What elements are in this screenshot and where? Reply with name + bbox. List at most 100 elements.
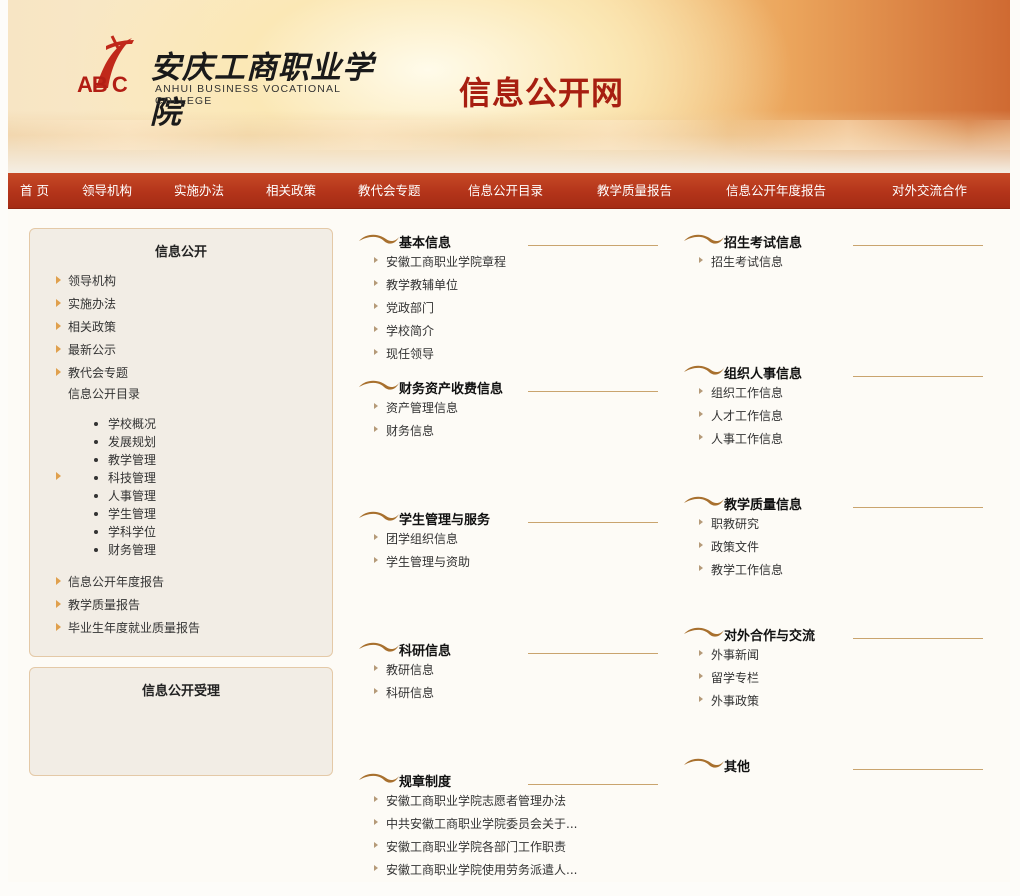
list-item[interactable]: 安徽工商职业学院章程 xyxy=(386,253,506,270)
list-item[interactable]: 人事工作信息 xyxy=(711,430,783,447)
item-arrow-icon xyxy=(374,257,378,263)
section-rule xyxy=(528,784,658,785)
arrow-icon xyxy=(56,276,61,284)
sidebar-item-employment-report[interactable]: 毕业生年度就业质量报告 xyxy=(68,619,200,636)
swash-icon xyxy=(359,511,399,521)
sidebar-item-latest-notices[interactable]: 最新公示 xyxy=(68,341,116,358)
nav-policies[interactable]: 相关政策 xyxy=(266,173,316,208)
list-item[interactable]: 科研信息 xyxy=(386,684,434,701)
list-item[interactable]: 教学工作信息 xyxy=(711,561,783,578)
item-arrow-icon xyxy=(699,565,703,571)
arrow-icon xyxy=(56,345,61,353)
sidebar-item-staff-congress[interactable]: 教代会专题 xyxy=(68,364,128,381)
site-title: 信息公开网 xyxy=(459,74,625,112)
catalog-item-tech[interactable]: 科技管理 xyxy=(108,469,156,486)
section-teaching-quality: 教学质量信息 职教研究 政策文件 教学工作信息 xyxy=(683,494,983,619)
arrow-icon xyxy=(56,577,61,585)
list-item[interactable]: 人才工作信息 xyxy=(711,407,783,424)
nav-annual-report[interactable]: 信息公开年度报告 xyxy=(726,173,826,208)
section-personnel: 组织人事信息 组织工作信息 人才工作信息 人事工作信息 xyxy=(683,363,983,488)
panel-title[interactable]: 信息公开受理 xyxy=(30,680,332,699)
nav-home[interactable]: 首 页 xyxy=(20,173,49,208)
item-arrow-icon xyxy=(374,349,378,355)
section-student-services: 学生管理与服务 团学组织信息 学生管理与资助 xyxy=(358,509,658,634)
section-external-cooperation: 对外合作与交流 外事新闻 留学专栏 外事政策 xyxy=(683,625,983,750)
list-item[interactable]: 中共安徽工商职业学院委员会关于... xyxy=(386,815,577,832)
nav-teaching-quality-report[interactable]: 教学质量报告 xyxy=(597,173,672,208)
catalog-item-finance[interactable]: 财务管理 xyxy=(108,541,156,558)
list-item[interactable]: 职教研究 xyxy=(711,515,759,532)
sidebar-item-implementation[interactable]: 实施办法 xyxy=(68,295,116,312)
catalog-item-teaching[interactable]: 教学管理 xyxy=(108,451,156,468)
nav-implementation[interactable]: 实施办法 xyxy=(174,173,224,208)
section-admission: 招生考试信息 招生考试信息 xyxy=(683,232,983,357)
list-item[interactable]: 外事新闻 xyxy=(711,646,759,663)
section-title[interactable]: 财务资产收费信息 xyxy=(399,378,503,397)
sidebar-item-leadership[interactable]: 领导机构 xyxy=(68,272,116,289)
item-arrow-icon xyxy=(699,542,703,548)
swash-icon xyxy=(359,773,399,783)
list-item[interactable]: 组织工作信息 xyxy=(711,384,783,401)
list-item[interactable]: 招生考试信息 xyxy=(711,253,783,270)
sidebar-item-policies[interactable]: 相关政策 xyxy=(68,318,116,335)
list-item[interactable]: 学校简介 xyxy=(386,322,434,339)
swash-icon xyxy=(359,642,399,652)
info-request-panel: 信息公开受理 xyxy=(29,667,333,776)
bullet-icon xyxy=(94,512,98,516)
list-item[interactable]: 安徽工商职业学院各部门工作职责 xyxy=(386,838,566,855)
list-item[interactable]: 财务信息 xyxy=(386,422,434,439)
section-title[interactable]: 科研信息 xyxy=(399,640,451,659)
item-arrow-icon xyxy=(374,534,378,540)
bullet-icon xyxy=(94,458,98,462)
list-item[interactable]: 资产管理信息 xyxy=(386,399,458,416)
list-item[interactable]: 政策文件 xyxy=(711,538,759,555)
section-research-info: 科研信息 教研信息 科研信息 xyxy=(358,640,658,765)
section-title[interactable]: 学生管理与服务 xyxy=(399,509,490,528)
section-title[interactable]: 组织人事信息 xyxy=(724,363,802,382)
catalog-item-students[interactable]: 学生管理 xyxy=(108,505,156,522)
section-other: 其他 xyxy=(683,756,983,881)
section-title[interactable]: 招生考试信息 xyxy=(724,232,802,251)
nav-info-catalog[interactable]: 信息公开目录 xyxy=(468,173,543,208)
nav-staff-congress[interactable]: 教代会专题 xyxy=(358,173,421,208)
catalog-item-hr[interactable]: 人事管理 xyxy=(108,487,156,504)
nav-leadership[interactable]: 领导机构 xyxy=(82,173,132,208)
section-rule xyxy=(853,507,983,508)
section-title[interactable]: 基本信息 xyxy=(399,232,451,251)
swash-icon xyxy=(684,496,724,506)
list-item[interactable]: 外事政策 xyxy=(711,692,759,709)
catalog-item-planning[interactable]: 发展规划 xyxy=(108,433,156,450)
arrow-icon xyxy=(56,472,61,480)
sidebar-item-annual-report[interactable]: 信息公开年度报告 xyxy=(68,573,164,590)
sidebar-item-quality-report[interactable]: 教学质量报告 xyxy=(68,596,140,613)
list-item[interactable]: 留学专栏 xyxy=(711,669,759,686)
list-item[interactable]: 党政部门 xyxy=(386,299,434,316)
list-item[interactable]: 教学教辅单位 xyxy=(386,276,458,293)
swash-icon xyxy=(684,758,724,768)
section-title[interactable]: 教学质量信息 xyxy=(724,494,802,513)
section-rule xyxy=(528,653,658,654)
section-title[interactable]: 规章制度 xyxy=(399,771,451,790)
item-arrow-icon xyxy=(374,403,378,409)
section-title[interactable]: 对外合作与交流 xyxy=(724,625,815,644)
list-item[interactable]: 安徽工商职业学院志愿者管理办法 xyxy=(386,792,566,809)
list-item[interactable]: 安徽工商职业学院使用劳务派遣人... xyxy=(386,861,577,878)
list-item[interactable]: 现任领导 xyxy=(386,345,434,362)
list-item[interactable]: 教研信息 xyxy=(386,661,434,678)
list-item[interactable]: 团学组织信息 xyxy=(386,530,458,547)
sidebar-item-catalog[interactable]: 信息公开目录 xyxy=(68,385,140,402)
section-finance-info: 财务资产收费信息 资产管理信息 财务信息 xyxy=(358,378,658,503)
item-arrow-icon xyxy=(699,696,703,702)
item-arrow-icon xyxy=(374,426,378,432)
item-arrow-icon xyxy=(374,865,378,871)
catalog-item-degrees[interactable]: 学科学位 xyxy=(108,523,156,540)
info-disclosure-panel: 信息公开 领导机构 实施办法 相关政策 最新公示 教代会专题 信息公开目录 学校… xyxy=(29,228,333,657)
college-logo[interactable]: AB C 安庆工商职业学院 ANHUI BUSINESS VOCATIONAL … xyxy=(74,32,394,131)
section-rule xyxy=(853,769,983,770)
list-item[interactable]: 学生管理与资助 xyxy=(386,553,470,570)
swash-icon xyxy=(684,234,724,244)
catalog-item-overview[interactable]: 学校概况 xyxy=(108,415,156,432)
section-title[interactable]: 其他 xyxy=(724,756,750,775)
item-arrow-icon xyxy=(699,519,703,525)
nav-external-exchange[interactable]: 对外交流合作 xyxy=(892,173,967,208)
